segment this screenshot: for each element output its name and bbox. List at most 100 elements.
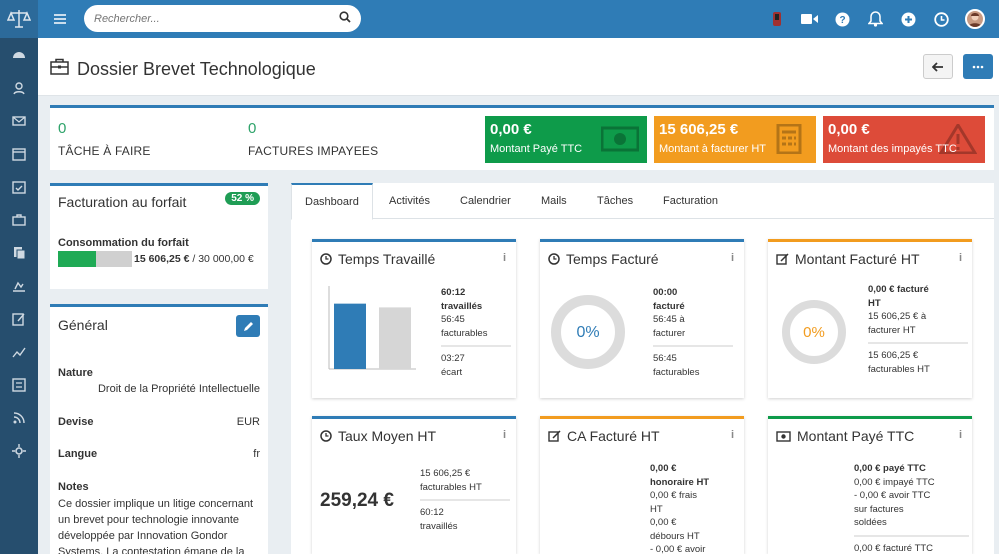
taches-stat[interactable]: 0 TÂCHE À FAIRE [58,120,151,158]
invoice-icon[interactable] [0,269,38,302]
info-icon[interactable]: i [503,429,506,441]
forfait-label: Consommation du forfait [58,237,189,249]
search-box[interactable] [84,5,361,32]
video-icon[interactable] [793,13,826,25]
tab-mails[interactable]: Mails [528,183,580,219]
rss-icon[interactable] [0,401,38,434]
detail-line: 03:27 [441,353,465,364]
notes-icon[interactable] [0,302,38,335]
forfait-panel: Facturation au forfait 52 % Consommation… [50,183,268,289]
card-title-text: Temps Travaillé [338,251,436,267]
detail-line: 56:45 [441,314,465,325]
tab-taches[interactable]: Tâches [584,183,646,219]
search-input[interactable] [94,12,339,25]
dashboard-icon[interactable] [0,38,38,71]
devise-value: EUR [236,416,260,428]
info-icon[interactable]: i [959,252,962,264]
detail-line: facturables HT [868,363,930,375]
clock-icon [548,253,560,265]
arrow-left-icon [932,61,943,72]
kpi-label: Montant à facturer HT [659,143,766,155]
timer-device-icon[interactable] [760,11,793,27]
nature-label: Nature [58,367,93,379]
temps-donut: 0% [551,295,625,369]
tab-dashboard[interactable]: Dashboard [291,183,373,220]
card-ca-facture: CA Facturé HT i 0,00 € honoraire HT 0,00… [540,416,744,554]
page-title: Dossier Brevet Technologique [50,58,316,80]
devise-label: Devise [58,416,94,428]
tab-activites[interactable]: Activités [376,183,443,219]
factures-label: FACTURES IMPAYEES [248,144,379,158]
info-icon[interactable]: i [503,252,506,264]
bar-travaillés [334,303,366,369]
documents-icon[interactable] [0,236,38,269]
clock-icon[interactable] [925,11,958,27]
avatar[interactable] [964,9,985,29]
nature-value: Droit de la Propriété Intellectuelle [97,383,260,395]
add-icon[interactable] [892,12,925,27]
detail-line: HT [868,297,881,309]
detail-line: 60:12 [420,507,444,518]
detail-line: facturables [653,366,700,378]
help-icon[interactable]: ? [826,12,859,27]
detail-line: facturer [653,327,686,339]
calendar-icon[interactable] [0,137,38,170]
kpi-impayes[interactable]: 0,00 € Montant des impayés TTC [823,116,985,163]
tab-calendrier[interactable]: Calendrier [447,183,524,219]
list-icon[interactable] [0,368,38,401]
tasks-icon[interactable] [0,170,38,203]
settings-icon[interactable] [0,434,38,467]
info-icon[interactable]: i [731,252,734,264]
card-title: Montant Facturé HT [776,251,920,267]
briefcase-icon [50,58,69,80]
sidebar [0,0,38,554]
briefcase-icon[interactable] [0,203,38,236]
kpi-label: Montant des impayés TTC [828,143,957,155]
detail-line: débours HT [650,530,700,542]
taches-count: 0 [58,120,67,137]
card-title-text: CA Facturé HT [567,428,660,444]
card-details: 0,00 € honoraire HT 0,00 € frais HT 0,00… [650,462,740,554]
kpi-montant-a-facturer[interactable]: 15 606,25 € Montant à facturer HT [654,116,816,163]
kpi-montant-paye[interactable]: 0,00 € Montant Payé TTC [485,116,647,163]
tab-facturation[interactable]: Facturation [650,183,731,219]
notes-text: Ce dossier implique un litige concernant… [58,498,254,554]
card-title: Temps Facturé [548,251,659,267]
langue-value: fr [253,448,260,460]
menu-icon[interactable] [46,14,74,24]
bell-icon[interactable] [859,11,892,27]
general-title: Général [58,317,108,333]
mail-icon[interactable] [0,104,38,137]
card-details: 15 606,25 € facturables HT 60:12 travail… [420,467,510,533]
card-details: 00:00 facturé 56:45 à facturer 56:45 fac… [653,286,733,379]
detail-line: facturables [441,327,488,339]
info-icon[interactable]: i [959,429,962,441]
svg-text:?: ? [839,15,845,26]
separator [441,345,511,347]
detail-line: 0,00 € facturé [868,284,929,295]
stats-icon[interactable] [0,335,38,368]
detail-line: 0,00 € facturé TTC [854,542,934,554]
clock-icon [320,253,332,265]
search-icon[interactable] [339,11,351,26]
logo-scales-icon[interactable] [0,0,38,38]
card-title: Temps Travaillé [320,251,435,267]
pencil-icon [243,321,253,331]
more-options-button[interactable] [963,54,993,79]
edit-button[interactable] [236,315,260,337]
back-button[interactable] [923,54,953,79]
factures-count: 0 [248,120,257,137]
edit-icon [776,253,789,265]
detail-line: travaillés [420,520,458,532]
detail-line: - 0,00 € avoir TTC [854,490,931,501]
contacts-icon[interactable] [0,71,38,104]
separator [653,345,733,347]
bar-facturables [379,307,411,369]
factures-stat[interactable]: 0 FACTURES IMPAYEES [248,120,378,158]
detail-line: facturer HT [868,324,916,336]
forfait-total: / 30 000,00 € [189,253,254,265]
info-icon[interactable]: i [731,429,734,441]
forfait-progress-fill [58,251,97,267]
money-icon [776,430,791,442]
card-title: CA Facturé HT [548,428,660,444]
